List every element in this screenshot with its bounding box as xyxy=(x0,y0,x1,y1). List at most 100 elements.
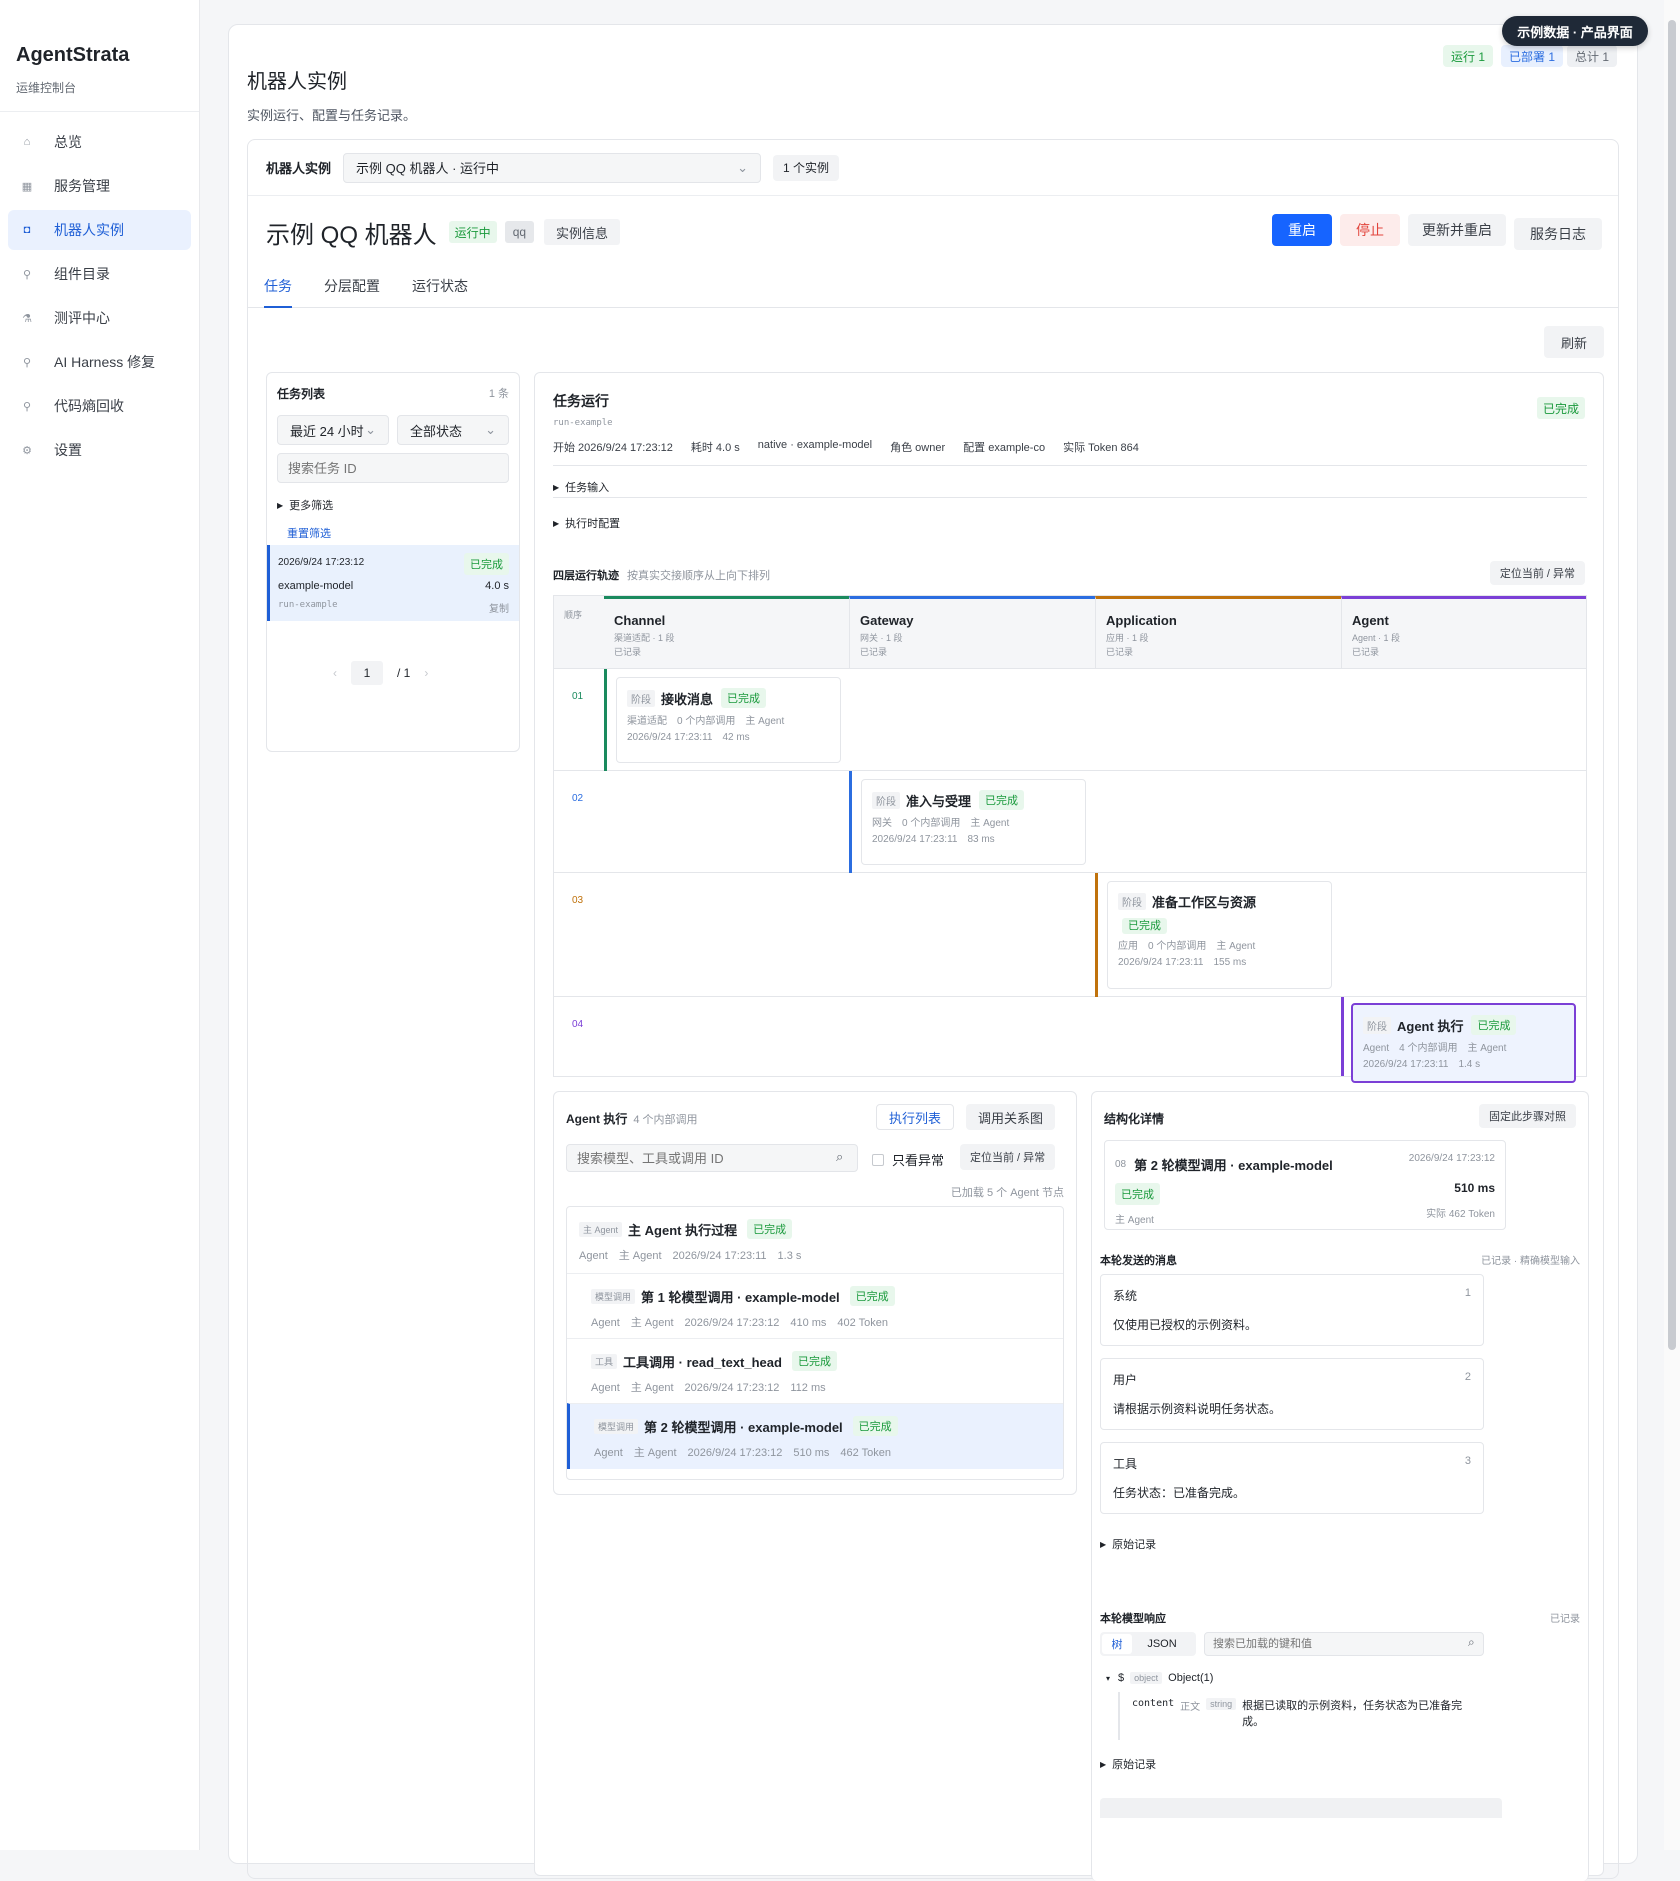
robot-icon: ◘ xyxy=(23,224,31,236)
sidebar-nav: ⌂ 总览 ▦ 服务管理 ◘ 机器人实例 ⚲ 组件目录 ⚗ 测评中心 ⚲ AI Harness… xyxy=(0,112,199,470)
event-item[interactable]: 主 Agent 主 Agent 执行过程 已完成 Agent 主 Agent 202… xyxy=(567,1207,1063,1273)
main-panel: 机器人实例 实例运行、配置与任务记录。 运行 1 已部署 1 总计 1 机器人实… xyxy=(228,24,1638,1881)
page-number[interactable]: 1 xyxy=(351,661,383,685)
sidebar-item-overview[interactable]: ⌂ 总览 xyxy=(8,122,191,162)
tab-runtime-status[interactable]: 运行状态 xyxy=(412,268,468,308)
task-item[interactable]: 2026/9/24 17:23:12 已完成 example-model 4.0… xyxy=(267,545,519,621)
update-restart-button[interactable]: 更新并重启 xyxy=(1408,214,1506,246)
instance-info-button[interactable]: 实例信息 xyxy=(544,219,621,245)
task-search-input[interactable] xyxy=(277,453,509,483)
order-column-label: 顺序 xyxy=(564,610,583,620)
page-total: / 1 xyxy=(397,666,411,680)
event-item[interactable]: 工具 工具调用 · read_text_head 已完成 Agent 主 Agent… xyxy=(567,1338,1063,1403)
stage-card-workspace[interactable]: 阶段 准备工作区与资源 已完成 应用 0 个内部调用 主 Agent 2026/9/… xyxy=(1107,881,1332,989)
event-tag: 工具 xyxy=(591,1353,618,1369)
raw-record-toggle[interactable]: ▶ 原始记录 xyxy=(1100,1756,1156,1772)
event-item[interactable]: 模型调用第 1 轮模型调用 · example-model 已完成 Agent 主… xyxy=(567,1273,1063,1338)
sidebar-item-label: 代码熵回收 xyxy=(54,398,124,414)
more-filters-toggle[interactable]: ▶ 更多筛选 xyxy=(277,497,333,513)
view-json-button[interactable]: JSON xyxy=(1132,1638,1192,1650)
copy-id-button[interactable]: 复制 xyxy=(489,600,509,615)
instance-selector-row: 机器人实例 示例 QQ 机器人 · 运行中 ⌄ 1 个实例 xyxy=(248,140,1618,196)
running-count-badge: 运行 1 xyxy=(1443,45,1494,67)
task-input-toggle[interactable]: ▶ 任务输入 xyxy=(553,479,609,495)
tab-layer-config[interactable]: 分层配置 xyxy=(324,268,380,308)
next-section-stub xyxy=(1100,1798,1502,1818)
run-title: 任务运行 xyxy=(553,393,609,409)
message-role: 系统 xyxy=(1113,1289,1138,1303)
scrollbar-thumb[interactable] xyxy=(1668,20,1676,1350)
chevron-down-icon: ⌄ xyxy=(737,159,749,175)
event-status: 已完成 xyxy=(747,1219,793,1239)
raw-record-toggle[interactable]: ▶ 原始记录 xyxy=(1100,1536,1156,1552)
event-status: 已完成 xyxy=(849,1286,895,1306)
sidebar-item-label: 服务管理 xyxy=(54,178,110,194)
scrollbar[interactable] xyxy=(1664,0,1680,1850)
prev-page-icon[interactable]: ‹ xyxy=(333,666,337,680)
caret-down-icon: ▾ xyxy=(1106,1673,1111,1683)
event-tag: 主 Agent xyxy=(579,1221,623,1237)
run-role: 角色 owner xyxy=(890,442,946,454)
sidebar-item-services[interactable]: ▦ 服务管理 xyxy=(8,166,191,206)
tree-root-row[interactable]: ▾ $ object Object(1) xyxy=(1106,1672,1213,1684)
message-text: 请根据示例资料说明任务状态。 xyxy=(1113,1402,1282,1416)
task-item-model: example-model xyxy=(278,580,354,592)
agent-locate-button[interactable]: 定位当前 / 异常 xyxy=(960,1144,1056,1170)
tab-tasks[interactable]: 任务 xyxy=(264,268,292,308)
stage-name: 接收消息 xyxy=(661,691,714,707)
event-meta: Agent 主 Agent 2026/9/24 17:23:12 510 ms … xyxy=(594,1447,891,1459)
stage-meta: 渠道适配 0 个内部调用 主 Agent xyxy=(627,716,785,727)
refresh-button[interactable]: 刷新 xyxy=(1544,326,1604,358)
tree-root-type: object xyxy=(1130,1672,1163,1684)
lane-channel: Channel 渠道适配 · 1 段已记录 xyxy=(604,596,849,669)
event-item-selected[interactable]: 模型调用第 2 轮模型调用 · example-model 已完成 Agent 主… xyxy=(567,1403,1063,1469)
sidebar-item-settings[interactable]: ⚙ 设置 xyxy=(8,430,191,470)
view-graph-button[interactable]: 调用关系图 xyxy=(966,1104,1056,1130)
instance-select-label: 机器人实例 xyxy=(266,161,332,176)
sidebar-item-bot-instances[interactable]: ◘ 机器人实例 xyxy=(8,210,191,250)
lane-meta: Agent · 1 段 xyxy=(1352,633,1401,643)
time-filter-select[interactable]: 最近 24 小时 ⌄ xyxy=(277,415,389,445)
reset-filters-link[interactable]: 重置筛选 xyxy=(287,525,331,541)
status-filter-select[interactable]: 全部状态 ⌄ xyxy=(397,415,509,445)
lane-name: Gateway xyxy=(860,613,914,628)
runtime-config-toggle[interactable]: ▶ 执行时配置 xyxy=(553,515,620,531)
run-config: 配置 example-co xyxy=(963,442,1046,454)
sidebar-item-harness-repair[interactable]: ⚲ AI Harness 修复 xyxy=(8,342,191,382)
sidebar-item-label: 总览 xyxy=(54,134,82,150)
agent-search-input[interactable] xyxy=(566,1144,858,1172)
sidebar-item-code-entropy[interactable]: ⚲ 代码熵回收 xyxy=(8,386,191,426)
locate-current-button[interactable]: 定位当前 / 异常 xyxy=(1489,561,1585,585)
stage-time: 2026/9/24 17:23:11 83 ms xyxy=(872,834,995,845)
view-list-button[interactable]: 执行列表 xyxy=(876,1104,955,1130)
message-user: 用户 2 请根据示例资料说明任务状态。 xyxy=(1100,1358,1484,1430)
instance-select[interactable]: 示例 QQ 机器人 · 运行中 ⌄ xyxy=(343,152,762,183)
sidebar-item-components[interactable]: ⚲ 组件目录 xyxy=(8,254,191,294)
sidebar-item-evaluation[interactable]: ⚗ 测评中心 xyxy=(8,298,191,338)
stage-card-receive[interactable]: 阶段 接收消息 已完成 渠道适配 0 个内部调用 主 Agent 2026/9/24 … xyxy=(616,677,841,763)
only-errors-checkbox[interactable]: 只看异常 xyxy=(872,1150,944,1169)
next-page-icon[interactable]: › xyxy=(424,666,428,680)
raw-record-label: 原始记录 xyxy=(1112,1759,1157,1771)
response-search-input[interactable] xyxy=(1204,1632,1484,1656)
pin-step-button[interactable]: 固定此步骤对照 xyxy=(1479,1104,1576,1128)
lane-name: Agent xyxy=(1352,613,1389,628)
event-name: 主 Agent 执行过程 xyxy=(628,1222,738,1238)
stage-tag: 阶段 xyxy=(627,689,655,707)
event-meta: Agent 主 Agent 2026/9/24 17:23:11 1.3 s xyxy=(579,1250,802,1262)
view-tree-button[interactable]: 树 xyxy=(1102,1634,1132,1654)
lane-name: Application xyxy=(1106,613,1177,628)
trace-header: 四层运行轨迹 按真实交接顺序从上向下排列 xyxy=(553,567,770,583)
restart-button[interactable]: 重启 xyxy=(1272,214,1332,246)
stage-time: 2026/9/24 17:23:11 42 ms xyxy=(627,732,750,743)
lane-status: 已记录 xyxy=(1352,647,1380,657)
service-logs-button[interactable]: 服务日志 xyxy=(1514,218,1602,250)
stage-name: Agent 执行 xyxy=(1397,1018,1464,1034)
raw-record-label: 原始记录 xyxy=(1112,1539,1157,1551)
run-id: run-example xyxy=(553,418,613,428)
run-model: native · example-model xyxy=(757,439,873,451)
tree-key-label: 正文 xyxy=(1180,1702,1201,1713)
stage-card-admission[interactable]: 阶段 准入与受理 已完成 网关 0 个内部调用 主 Agent 2026/9/24 1… xyxy=(861,779,1086,865)
stop-button[interactable]: 停止 xyxy=(1340,214,1400,246)
stage-card-agent-exec[interactable]: 阶段 Agent 执行 已完成 Agent 4 个内部调用 主 Agent 2026/… xyxy=(1351,1003,1576,1083)
